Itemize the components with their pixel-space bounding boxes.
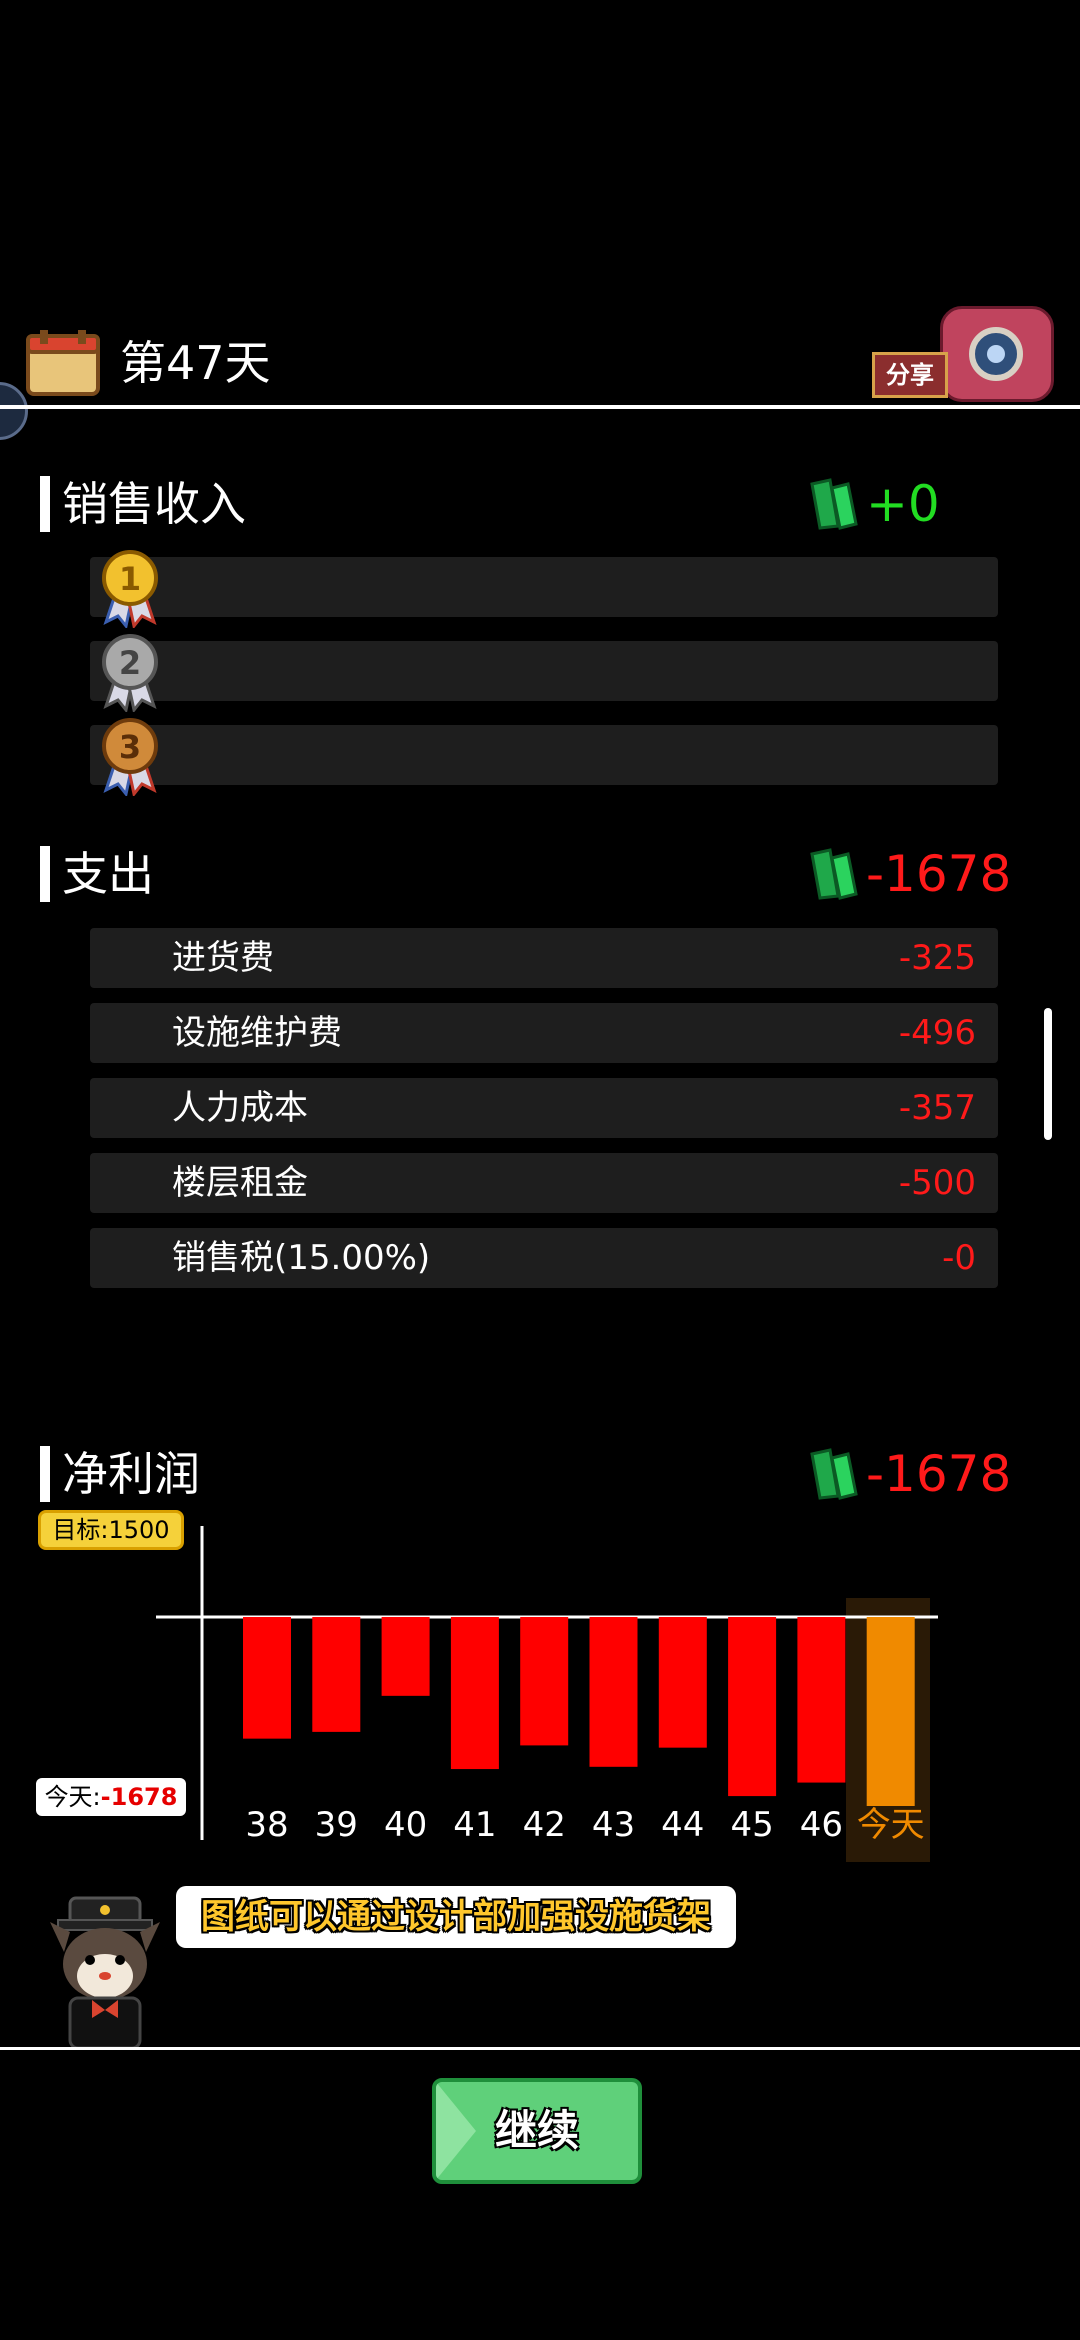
expense-label: 销售税(15.00%) bbox=[172, 1238, 431, 1278]
expense-row: 销售税(15.00%) -0 bbox=[90, 1228, 998, 1288]
expense-value: -0 bbox=[942, 1238, 976, 1278]
section-marker bbox=[40, 846, 50, 902]
chart-bar bbox=[450, 1617, 499, 1770]
expense-value: -357 bbox=[898, 1088, 976, 1128]
chart-bar bbox=[866, 1617, 915, 1806]
chart-bar bbox=[728, 1617, 777, 1797]
expense-row: 进货费 -325 bbox=[90, 928, 998, 988]
tip-text: 图纸可以通过设计部加强设施货架 bbox=[201, 1897, 711, 1937]
money-icon bbox=[810, 848, 858, 900]
expense-value: -500 bbox=[898, 1163, 976, 1203]
tip-bubble: 图纸可以通过设计部加强设施货架 bbox=[176, 1886, 736, 1948]
divider bbox=[0, 2047, 1080, 2050]
expense-label: 楼层租金 bbox=[172, 1163, 308, 1203]
chart-x-label: 39 bbox=[315, 1805, 358, 1845]
side-handle-button[interactable] bbox=[0, 382, 28, 440]
scrollbar[interactable] bbox=[1044, 1008, 1052, 1140]
expense-label: 人力成本 bbox=[172, 1088, 308, 1128]
profit-chart: 38 39 40 41 42 43 44 45 46 今天 bbox=[156, 1526, 938, 1862]
bronze-medal-icon: 3 bbox=[102, 718, 158, 796]
continue-label: 继续 bbox=[494, 2106, 579, 2155]
chart-x-label: 43 bbox=[592, 1805, 635, 1845]
expense-row: 人力成本 -357 bbox=[90, 1078, 998, 1138]
divider bbox=[0, 405, 1080, 409]
expense-row: 楼层租金 -500 bbox=[90, 1153, 998, 1213]
share-label: 分享 bbox=[872, 352, 948, 398]
expenses-title: 支出 bbox=[62, 847, 154, 901]
svg-text:1: 1 bbox=[119, 560, 141, 598]
chart-bar bbox=[381, 1617, 430, 1696]
rank-row-2 bbox=[90, 641, 998, 701]
expense-row: 设施维护费 -496 bbox=[90, 1003, 998, 1063]
silver-medal-icon: 2 bbox=[102, 634, 158, 712]
chart-x-label: 45 bbox=[730, 1805, 773, 1845]
chart-x-label: 40 bbox=[384, 1805, 427, 1845]
expense-value: -496 bbox=[898, 1013, 976, 1053]
chart-x-label: 今天 bbox=[857, 1805, 925, 1845]
chart-bar bbox=[312, 1617, 361, 1732]
svg-text:2: 2 bbox=[119, 644, 141, 682]
money-icon bbox=[810, 478, 858, 530]
expenses-value: -1678 bbox=[866, 845, 1012, 903]
svg-text:3: 3 bbox=[119, 728, 141, 766]
sales-value: +0 bbox=[866, 475, 940, 533]
target-badge: 目标:1500 bbox=[38, 1510, 184, 1550]
continue-button[interactable]: 继续 bbox=[432, 2078, 642, 2184]
camera-icon bbox=[940, 306, 1054, 402]
sales-title: 销售收入 bbox=[62, 477, 246, 531]
expense-label: 设施维护费 bbox=[172, 1013, 342, 1053]
chart-bar bbox=[658, 1617, 707, 1748]
today-badge-value: -1678 bbox=[100, 1783, 178, 1811]
gold-medal-icon: 1 bbox=[102, 550, 158, 628]
chart-bar bbox=[797, 1617, 846, 1783]
expense-value: -325 bbox=[898, 938, 976, 978]
today-badge: 今天:-1678 bbox=[36, 1778, 186, 1816]
chart-bar bbox=[520, 1617, 569, 1746]
chart-x-label: 42 bbox=[523, 1805, 566, 1845]
chart-x-label: 38 bbox=[245, 1805, 288, 1845]
day-title: 第47天 bbox=[120, 336, 271, 390]
chart-x-label: 44 bbox=[661, 1805, 704, 1845]
rank-row-3 bbox=[90, 725, 998, 785]
chart-x-label: 46 bbox=[800, 1805, 843, 1845]
today-badge-label: 今天: bbox=[44, 1783, 101, 1811]
section-marker bbox=[40, 476, 50, 532]
chart-bar bbox=[243, 1617, 291, 1739]
cat-mascot-icon bbox=[50, 1896, 160, 2048]
chart-x-label: 41 bbox=[453, 1805, 496, 1845]
rank-row-1 bbox=[90, 557, 998, 617]
share-button[interactable]: 分享 bbox=[870, 306, 1054, 402]
chart-bar bbox=[589, 1617, 638, 1767]
calendar-icon bbox=[26, 330, 100, 396]
expense-label: 进货费 bbox=[172, 938, 274, 978]
